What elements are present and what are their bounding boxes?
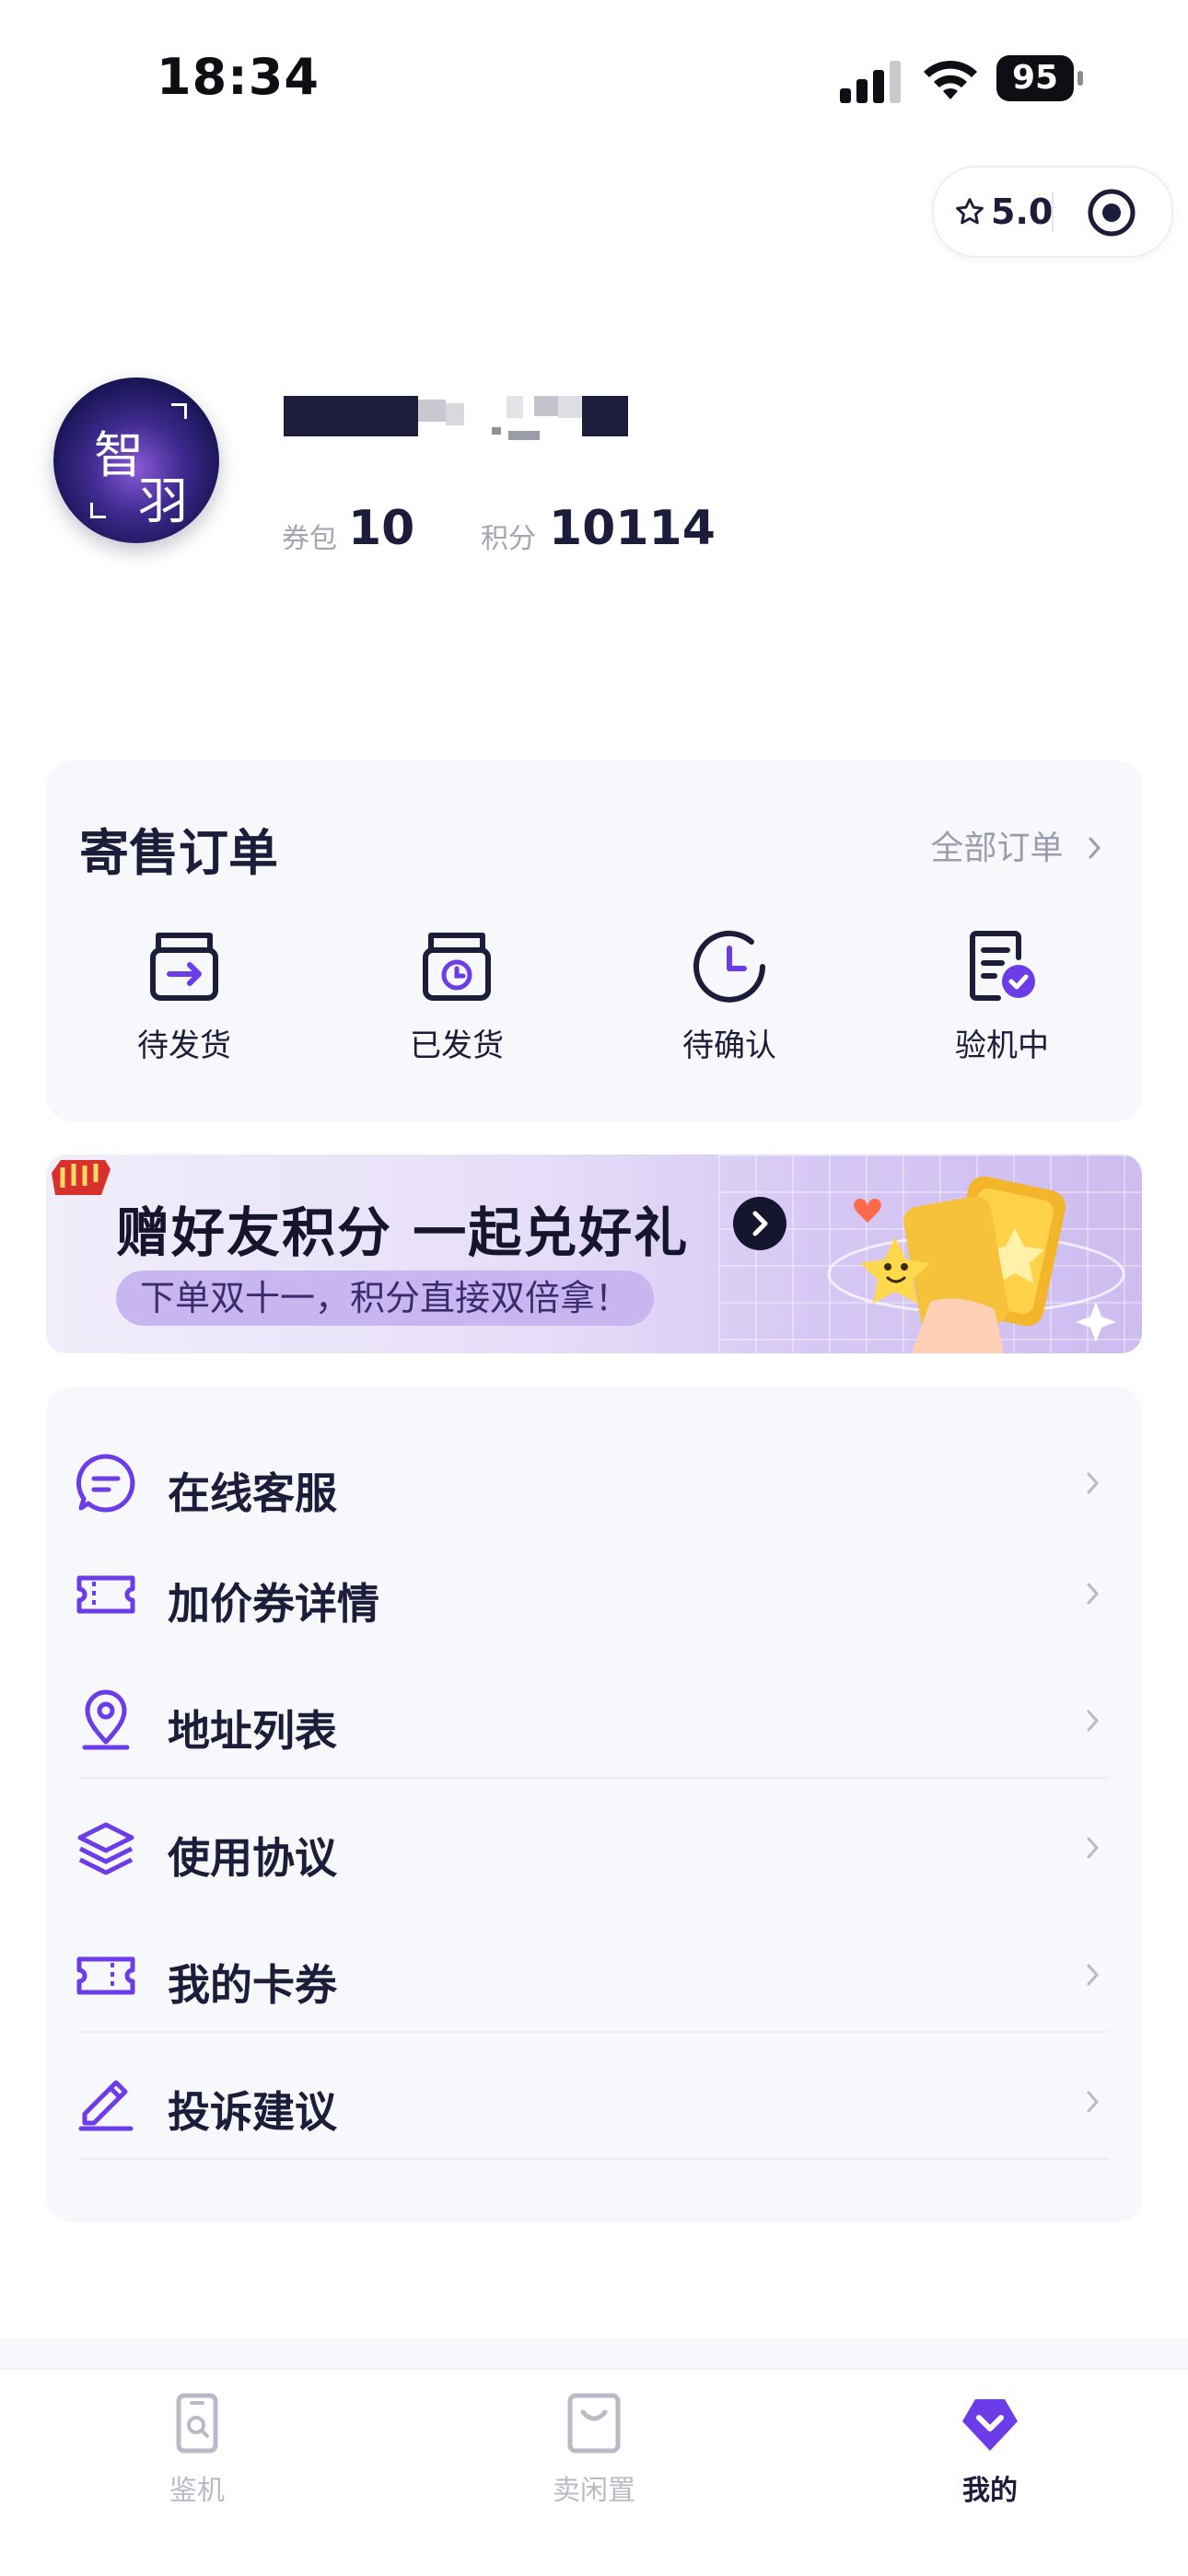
signal-icon — [840, 61, 901, 103]
box-arrow-icon — [150, 933, 218, 1001]
order-item-label: 验机中 — [955, 1027, 1049, 1064]
location-pin-icon — [82, 1689, 130, 1750]
chevron-right-icon — [1087, 1964, 1100, 1986]
promo-tag-icon — [52, 1160, 111, 1195]
rating-button[interactable]: 5.0 — [954, 190, 1053, 234]
chevron-right-icon — [1089, 837, 1101, 859]
settings-menu: 在线客服 加价券详情 地址列表 使用协议 我的卡券 投诉建议 — [46, 1387, 1142, 2222]
promo-banner[interactable]: 赠好友积分 一起兑好礼 下单双十一，积分直接双倍拿！ — [46, 1155, 1142, 1353]
order-pending-confirm[interactable]: 待确认 — [637, 924, 821, 1081]
tab-label: 我的 — [962, 2475, 1018, 2507]
clock-icon — [693, 930, 765, 1003]
order-item-label: 待确认 — [682, 1027, 776, 1064]
chevron-right-icon — [1087, 1583, 1100, 1605]
order-item-label: 已发货 — [410, 1027, 504, 1064]
points-label: 积分 — [481, 523, 536, 555]
orders-title: 寄售订单 — [79, 824, 278, 882]
mini-program-capsule: 5.0 — [932, 166, 1173, 258]
menu-item-user-agreement[interactable]: 使用协议 — [46, 1792, 1142, 1902]
order-shipped[interactable]: 已发货 — [365, 924, 549, 1081]
points-value[interactable]: 10114 — [549, 501, 716, 556]
star-outline-icon — [956, 198, 984, 225]
all-orders-link[interactable]: 全部订单 — [931, 821, 1103, 869]
menu-item-price-coupon[interactable]: 加价券详情 — [46, 1537, 1142, 1648]
gift-cards-illustration — [827, 1176, 1125, 1353]
menu-item-label: 我的卡券 — [168, 1960, 337, 2010]
battery-indicator: 95 — [996, 55, 1085, 101]
menu-item-address-list[interactable]: 地址列表 — [46, 1665, 1142, 1775]
menu-item-my-coupons[interactable]: 我的卡券 — [46, 1919, 1142, 2029]
menu-item-label: 地址列表 — [168, 1706, 337, 1756]
tab-sell[interactable]: 卖闲置 — [502, 2390, 686, 2508]
consignment-orders-card: 寄售订单 全部订单 待发货 已发货 待确认 验机中 — [46, 760, 1142, 1121]
tab-label: 鉴机 — [169, 2475, 225, 2507]
banner-arrow-button[interactable] — [733, 1197, 786, 1250]
avatar[interactable]: 智 羽 — [53, 377, 219, 543]
chevron-right-icon — [1087, 1837, 1100, 1859]
chevron-right-icon — [1087, 2091, 1100, 2113]
phone-search-icon — [176, 2393, 218, 2454]
ticket-icon — [76, 1956, 135, 1995]
tab-label: 卖闲置 — [553, 2475, 635, 2507]
order-pending-shipment[interactable]: 待发货 — [92, 924, 276, 1081]
nickname-redacted — [284, 396, 628, 440]
menu-item-label: 使用协议 — [168, 1833, 337, 1883]
order-item-label: 待发货 — [137, 1027, 231, 1064]
avatar-char-2: 羽 — [138, 472, 188, 530]
tab-mine[interactable]: 我的 — [898, 2390, 1082, 2508]
shopping-bag-icon — [567, 2393, 621, 2454]
close-target-icon[interactable] — [1087, 188, 1136, 238]
chat-bubble-icon — [76, 1454, 135, 1513]
banner-title: 赠好友积分 一起兑好礼 — [116, 1201, 690, 1264]
order-inspecting[interactable]: 验机中 — [910, 924, 1094, 1081]
coupon-count[interactable]: 10 — [348, 501, 414, 556]
menu-item-label: 在线客服 — [168, 1468, 337, 1518]
battery-level: 95 — [996, 55, 1074, 101]
edit-icon — [78, 2080, 134, 2131]
banner-subtitle: 下单双十一，积分直接双倍拿！ — [140, 1278, 631, 1318]
all-orders-label: 全部订单 — [930, 830, 1064, 867]
menu-item-label: 加价券详情 — [168, 1579, 379, 1629]
coupon-label: 券包 — [282, 523, 337, 555]
chevron-right-icon — [1087, 1472, 1100, 1494]
chevron-right-icon — [752, 1211, 768, 1236]
rating-value: 5.0 — [991, 191, 1054, 232]
chevron-right-icon — [1087, 1710, 1100, 1732]
document-check-icon — [970, 931, 1035, 1001]
tab-inspect[interactable]: 鉴机 — [105, 2390, 289, 2508]
status-time: 18:34 — [157, 48, 320, 106]
diamond-heart-icon — [962, 2399, 1018, 2451]
ticket-icon — [76, 1575, 135, 1614]
menu-item-label: 投诉建议 — [168, 2087, 337, 2137]
wifi-icon — [924, 60, 977, 99]
avatar-char-1: 智 — [94, 426, 144, 484]
box-clock-icon — [423, 933, 491, 1001]
menu-item-complaints[interactable]: 投诉建议 — [46, 2046, 1142, 2156]
layers-icon — [77, 1822, 134, 1875]
menu-item-online-service[interactable]: 在线客服 — [46, 1427, 1142, 1537]
bottom-tab-bar: 鉴机 卖闲置 我的 — [0, 2368, 1188, 2576]
banner-subtitle-pill: 下单双十一，积分直接双倍拿！ — [116, 1271, 655, 1326]
